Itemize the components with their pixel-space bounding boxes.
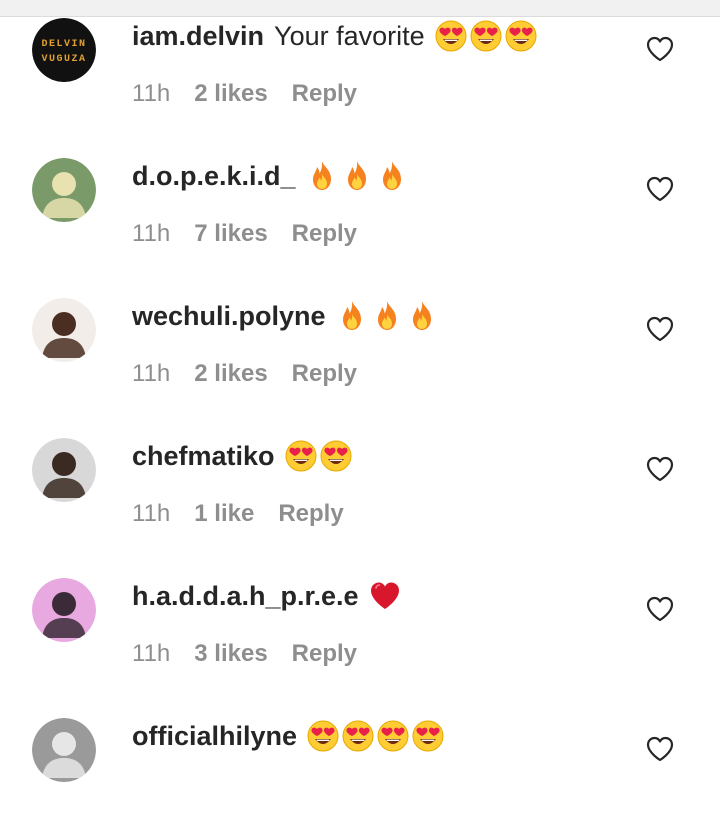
heart-eyes-emoji xyxy=(342,720,374,752)
reply-button[interactable]: Reply xyxy=(292,360,357,388)
comment-likes-count[interactable]: 2 likes xyxy=(194,360,267,388)
comment-username[interactable]: officialhilyne xyxy=(132,721,297,752)
heart-outline-icon[interactable] xyxy=(646,176,674,202)
comment-emojis xyxy=(435,20,537,52)
comment-body: d.o.p.e.k.i.d_ xyxy=(132,156,408,196)
comment-username[interactable]: d.o.p.e.k.i.d_ xyxy=(132,161,296,192)
fire-emoji xyxy=(341,160,373,192)
reply-button[interactable]: Reply xyxy=(292,80,357,108)
avatar[interactable]: DELVIN VUGUZA xyxy=(32,18,96,82)
comment-emojis xyxy=(369,580,401,612)
heart-outline-icon[interactable] xyxy=(646,316,674,342)
comment-body: h.a.d.d.a.h_p.r.e.e xyxy=(132,576,401,616)
avatar[interactable] xyxy=(32,578,96,642)
heart-outline-icon[interactable] xyxy=(646,596,674,622)
comment-item: d.o.p.e.k.i.d_ 11h 7 likes Reply xyxy=(0,140,720,280)
comment-likes-count[interactable]: 7 likes xyxy=(194,220,267,248)
comment-username[interactable]: wechuli.polyne xyxy=(132,301,326,332)
comment-timestamp: 11h xyxy=(132,640,171,667)
comment-timestamp: 11h xyxy=(132,80,171,107)
comment-emojis xyxy=(307,720,444,752)
comment-body: iam.delvin Your favorite xyxy=(132,16,537,56)
comment-meta: 11h 2 likes Reply xyxy=(132,360,357,388)
fire-emoji xyxy=(336,300,368,332)
comment-meta: 11h 2 likes Reply xyxy=(132,80,357,108)
heart-eyes-emoji xyxy=(435,20,467,52)
comment-timestamp: 11h xyxy=(132,220,171,247)
svg-text:DELVIN: DELVIN xyxy=(41,39,86,50)
comment-body: chefmatiko xyxy=(132,436,352,476)
fire-emoji xyxy=(306,160,338,192)
comment-emojis xyxy=(306,160,408,192)
comment-item: h.a.d.d.a.h_p.r.e.e 11h 3 likes Reply xyxy=(0,560,720,700)
comment-username[interactable]: chefmatiko xyxy=(132,441,275,472)
comment-likes-count[interactable]: 3 likes xyxy=(194,640,267,668)
comment-meta: 11h 1 like Reply xyxy=(132,500,344,528)
comment-username[interactable]: h.a.d.d.a.h_p.r.e.e xyxy=(132,581,359,612)
heart-eyes-emoji xyxy=(505,20,537,52)
comment-item: chefmatiko 11h 1 like Reply xyxy=(0,420,720,560)
comment-body: officialhilyne xyxy=(132,716,444,756)
comment-emojis xyxy=(285,440,352,472)
heart-eyes-emoji xyxy=(285,440,317,472)
heart-eyes-emoji xyxy=(307,720,339,752)
avatar[interactable] xyxy=(32,298,96,362)
red-heart-emoji xyxy=(369,580,401,612)
heart-outline-icon[interactable] xyxy=(646,456,674,482)
comment-text: Your favorite xyxy=(274,20,425,51)
comment-item: wechuli.polyne 11h 2 likes Reply xyxy=(0,280,720,420)
avatar[interactable] xyxy=(32,718,96,782)
reply-button[interactable]: Reply xyxy=(278,500,343,528)
heart-eyes-emoji xyxy=(377,720,409,752)
heart-outline-icon[interactable] xyxy=(646,736,674,762)
comment-timestamp: 11h xyxy=(132,360,171,387)
comment-meta: 11h 7 likes Reply xyxy=(132,220,357,248)
comment-username[interactable]: iam.delvin xyxy=(132,21,264,52)
fire-emoji xyxy=(376,160,408,192)
svg-text:VUGUZA: VUGUZA xyxy=(41,54,86,65)
heart-eyes-emoji xyxy=(320,440,352,472)
comment-meta: 11h 3 likes Reply xyxy=(132,640,357,668)
comment-likes-count[interactable]: 2 likes xyxy=(194,80,267,108)
comment-item: DELVIN VUGUZA iam.delvin Your favorite 11… xyxy=(0,0,720,140)
heart-outline-icon[interactable] xyxy=(646,36,674,62)
heart-eyes-emoji xyxy=(470,20,502,52)
avatar[interactable] xyxy=(32,158,96,222)
comment-body: wechuli.polyne xyxy=(132,296,438,336)
comment-likes-count[interactable]: 1 like xyxy=(194,500,254,528)
avatar[interactable] xyxy=(32,438,96,502)
fire-emoji xyxy=(406,300,438,332)
reply-button[interactable]: Reply xyxy=(292,640,357,668)
fire-emoji xyxy=(371,300,403,332)
comment-emojis xyxy=(336,300,438,332)
comment-timestamp: 11h xyxy=(132,500,171,527)
heart-eyes-emoji xyxy=(412,720,444,752)
reply-button[interactable]: Reply xyxy=(292,220,357,248)
comment-item: officialhilyne xyxy=(0,700,720,840)
